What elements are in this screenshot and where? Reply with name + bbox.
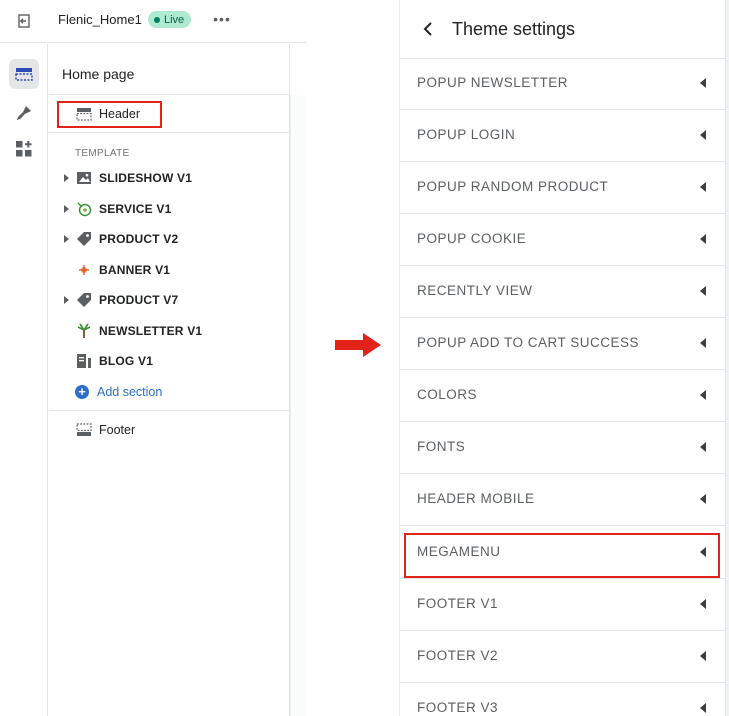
setting-item-popup-login[interactable]: POPUP LOGIN	[400, 110, 727, 162]
setting-item-popup-add-to-cart-success[interactable]: POPUP ADD TO CART SUCCESS	[400, 318, 727, 370]
setting-item-label: FONTS	[417, 439, 466, 454]
expand-arrow-icon	[700, 390, 706, 400]
footer-layout-icon	[75, 421, 93, 439]
plus-circle-icon: +	[75, 385, 89, 399]
template-heading: TEMPLATE	[75, 148, 130, 159]
setting-item-label: POPUP ADD TO CART SUCCESS	[417, 335, 640, 350]
setting-item-label: POPUP COOKIE	[417, 231, 527, 246]
exit-icon[interactable]	[14, 11, 34, 31]
tree-item-label: Footer	[99, 423, 136, 437]
theme-settings-panel: Theme settings POPUP NEWSLETTER POPUP LO…	[399, 0, 727, 716]
setting-item-footer-v2[interactable]: FOOTER V2	[400, 631, 727, 683]
expand-arrow-icon	[700, 651, 706, 661]
setting-item-label: POPUP NEWSLETTER	[417, 75, 569, 90]
back-chevron-icon[interactable]	[419, 18, 437, 40]
tree-item-banner[interactable]: BANNER V1	[49, 256, 290, 284]
setting-item-label: HEADER MOBILE	[417, 491, 535, 506]
blog-icon	[75, 352, 93, 370]
setting-item-popup-cookie[interactable]: POPUP COOKIE	[400, 214, 727, 266]
tree-item-slideshow[interactable]: SLIDESHOW V1	[49, 164, 290, 192]
tree-item-newsletter[interactable]: NEWSLETTER V1	[49, 317, 290, 345]
setting-item-fonts[interactable]: FONTS	[400, 422, 727, 474]
image-icon	[75, 169, 93, 187]
setting-item-label: FOOTER V1	[417, 596, 499, 611]
divider	[49, 132, 290, 133]
banner-icon	[75, 261, 93, 279]
tree-item-blog[interactable]: BLOG V1	[49, 347, 290, 375]
setting-item-label: RECENTLY VIEW	[417, 283, 533, 298]
tree-item-label: BANNER V1	[99, 263, 171, 277]
setting-item-recently-view[interactable]: RECENTLY VIEW	[400, 266, 727, 318]
add-section-label: Add section	[97, 385, 163, 399]
more-actions-button[interactable]: •••	[212, 10, 232, 28]
expand-arrow-icon	[700, 599, 706, 609]
expand-caret-icon[interactable]	[64, 205, 69, 213]
setting-item-label: FOOTER V2	[417, 648, 499, 663]
add-section-button[interactable]: + Add section	[75, 383, 162, 401]
tree-item-label: NEWSLETTER V1	[99, 324, 203, 338]
tree-item-label: BLOG V1	[99, 354, 154, 368]
settings-title: Theme settings	[452, 19, 576, 39]
expand-caret-icon[interactable]	[64, 174, 69, 182]
setting-item-header-mobile[interactable]: HEADER MOBILE	[400, 474, 727, 526]
tree-item-product-v7[interactable]: PRODUCT V7	[49, 286, 290, 314]
divider	[49, 410, 290, 411]
setting-item-label: COLORS	[417, 387, 478, 402]
setting-item-label: POPUP RANDOM PRODUCT	[417, 179, 609, 194]
tree-item-label: PRODUCT V7	[99, 293, 179, 307]
expand-arrow-icon	[700, 130, 706, 140]
tree-item-label: SLIDESHOW V1	[99, 171, 193, 185]
setting-item-label: FOOTER V3	[417, 700, 499, 715]
service-icon	[75, 200, 93, 218]
live-status-badge: Live	[148, 11, 192, 28]
expand-arrow-icon	[700, 78, 706, 88]
sections-icon[interactable]	[9, 59, 39, 89]
expand-arrow-icon	[700, 494, 706, 504]
setting-item-colors[interactable]: COLORS	[400, 370, 727, 422]
tree-item-label: SERVICE V1	[99, 202, 172, 216]
expand-arrow-icon	[700, 442, 706, 452]
live-dot-icon	[154, 16, 160, 23]
expand-arrow-icon	[700, 286, 706, 296]
setting-item-popup-random-product[interactable]: POPUP RANDOM PRODUCT	[400, 162, 727, 214]
tag-icon	[75, 230, 93, 248]
tree-item-service[interactable]: SERVICE V1	[49, 195, 290, 223]
divider	[49, 94, 290, 95]
expand-arrow-icon	[700, 182, 706, 192]
live-status-label: Live	[164, 13, 185, 26]
expand-caret-icon[interactable]	[64, 296, 69, 304]
settings-header: Theme settings	[400, 0, 727, 59]
expand-arrow-icon	[700, 703, 706, 713]
apps-icon[interactable]	[9, 134, 39, 164]
setting-item-label: POPUP LOGIN	[417, 127, 516, 142]
editor-side-rail	[0, 44, 48, 716]
newsletter-icon	[75, 322, 93, 340]
tag-icon	[75, 291, 93, 309]
expand-arrow-icon	[700, 338, 706, 348]
page-title: Home page	[62, 66, 135, 82]
editor-topbar: Flenic_Home1 Live •••	[0, 0, 306, 43]
expand-arrow-icon	[700, 234, 706, 244]
header-highlight-box	[57, 101, 162, 128]
expand-caret-icon[interactable]	[64, 235, 69, 243]
megamenu-highlight-box	[404, 533, 720, 578]
screenshot: Flenic_Home1 Live ••• Home page Header T…	[0, 0, 729, 716]
tree-item-label: PRODUCT V2	[99, 232, 179, 246]
tree-item-footer[interactable]: Footer	[49, 416, 290, 444]
red-arrow-icon	[335, 333, 381, 357]
setting-item-footer-v3[interactable]: FOOTER V3	[400, 683, 727, 716]
section-tree: Home page Header TEMPLATE SLIDESHOW V1 S…	[49, 44, 290, 716]
tree-item-product-v2[interactable]: PRODUCT V2	[49, 225, 290, 253]
tree-scrollbar[interactable]	[290, 95, 306, 716]
setting-item-footer-v1[interactable]: FOOTER V1	[400, 579, 727, 631]
theme-brush-icon[interactable]	[9, 98, 39, 128]
store-name: Flenic_Home1	[58, 12, 142, 27]
setting-item-popup-newsletter[interactable]: POPUP NEWSLETTER	[400, 58, 727, 110]
